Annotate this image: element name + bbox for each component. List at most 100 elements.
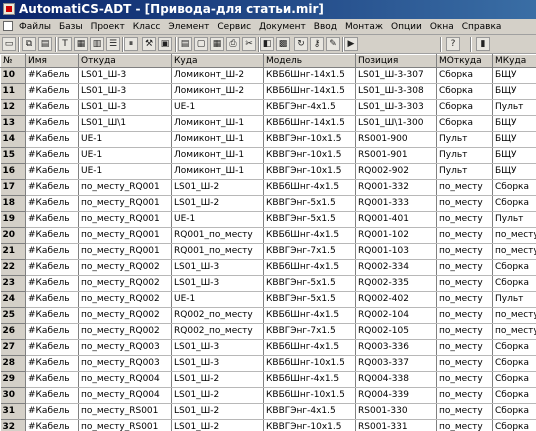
table-cell[interactable]: Пульт: [436, 131, 493, 148]
column-header[interactable]: Откуда: [78, 54, 172, 68]
column-header[interactable]: Имя: [25, 54, 79, 68]
table-cell[interactable]: RS001-331: [355, 419, 437, 431]
table-cell[interactable]: по_месту_RQ004: [78, 387, 172, 404]
table-row[interactable]: 28 #Кабель по_месту_RQ003 LS01_Ш-3 КВБбШнг-1…: [0, 355, 536, 372]
table-cell[interactable]: по_месту: [436, 307, 493, 324]
table-cell[interactable]: Ломиконт_Ш-2: [171, 83, 264, 100]
table-cell[interactable]: #Кабель: [25, 163, 79, 180]
table-cell[interactable]: Сборка: [492, 419, 536, 431]
row-number[interactable]: 13: [0, 115, 26, 132]
table-cell[interactable]: #Кабель: [25, 211, 79, 228]
table-cell[interactable]: UE-1: [78, 147, 172, 164]
table-cell[interactable]: #Кабель: [25, 259, 79, 276]
table-cell[interactable]: по_месту_RQ003: [78, 355, 172, 372]
row-number[interactable]: 15: [0, 147, 26, 164]
row-number[interactable]: 12: [0, 99, 26, 116]
table-cell[interactable]: по_месту_RQ002: [78, 275, 172, 292]
table-cell[interactable]: по_месту_RS001: [78, 403, 172, 420]
table-cell[interactable]: по_месту_RQ002: [78, 307, 172, 324]
table-cell[interactable]: #Кабель: [25, 227, 79, 244]
row-number[interactable]: 16: [0, 163, 26, 180]
table-cell[interactable]: #Кабель: [25, 419, 79, 431]
table-row[interactable]: 24 #Кабель по_месту_RQ002 UE-1 КВВГЭнг-5х1.5…: [0, 291, 536, 308]
table-cell[interactable]: Сборка: [492, 259, 536, 276]
table-cell[interactable]: Сборка: [436, 115, 493, 132]
table-cell[interactable]: LS01_Ш-3: [171, 259, 264, 276]
table-row[interactable]: 18 #Кабель по_месту_RQ001 LS01_Ш-2 КВВГЭнг-5…: [0, 195, 536, 212]
table-cell[interactable]: RQ002-105: [355, 323, 437, 340]
table-cell[interactable]: UE-1: [171, 291, 264, 308]
report-icon[interactable]: ▦: [210, 37, 224, 51]
table-cell[interactable]: RQ001-333: [355, 195, 437, 212]
table-row[interactable]: 29 #Кабель по_месту_RQ004 LS01_Ш-2 КВБбШнг-4…: [0, 371, 536, 388]
table-row[interactable]: 13 #Кабель LS01_Ш\1 Ломиконт_Ш-1 КВБбШнг-14х…: [0, 115, 536, 132]
row-number[interactable]: 14: [0, 131, 26, 148]
table-cell[interactable]: КВБбШнг-10х1.5: [263, 387, 356, 404]
row-number[interactable]: 32: [0, 419, 26, 431]
menu-item[interactable]: Проект: [87, 19, 129, 35]
calc-icon[interactable]: ▮: [476, 37, 490, 51]
table-cell[interactable]: Ломиконт_Ш-2: [171, 67, 264, 84]
table-cell[interactable]: КВВГЭнг-10х1.5: [263, 147, 356, 164]
table-cell[interactable]: по_месту: [436, 339, 493, 356]
table-cell[interactable]: Сборка: [492, 195, 536, 212]
table-cell[interactable]: RS001-330: [355, 403, 437, 420]
table-row[interactable]: 31 #Кабель по_месту_RS001 LS01_Ш-2 КВВГЭнг-4…: [0, 403, 536, 420]
row-number[interactable]: 28: [0, 355, 26, 372]
table-cell[interactable]: КВБбШнг-10х1.5: [263, 355, 356, 372]
table-cell[interactable]: КВБГЭнг-4х1.5: [263, 99, 356, 116]
document-icon[interactable]: [3, 21, 13, 31]
table-cell[interactable]: Сборка: [436, 99, 493, 116]
table-cell[interactable]: КВВГЭнг-4х1.5: [263, 403, 356, 420]
row-number[interactable]: 26: [0, 323, 26, 340]
table-cell[interactable]: БЩУ: [492, 115, 536, 132]
table-cell[interactable]: КВБбШнг-14х1.5: [263, 83, 356, 100]
table-cell[interactable]: #Кабель: [25, 179, 79, 196]
row-number[interactable]: 30: [0, 387, 26, 404]
table-cell[interactable]: RQ003-336: [355, 339, 437, 356]
table-cell[interactable]: #Кабель: [25, 339, 79, 356]
table-cell[interactable]: Сборка: [492, 339, 536, 356]
table-cell[interactable]: RQ002-402: [355, 291, 437, 308]
paste-icon[interactable]: ▤: [38, 37, 52, 51]
table-cell[interactable]: по_месту: [436, 243, 493, 260]
table-row[interactable]: 27 #Кабель по_месту_RQ003 LS01_Ш-3 КВБбШнг-4…: [0, 339, 536, 356]
table-cell[interactable]: по_месту: [436, 179, 493, 196]
row-number[interactable]: 17: [0, 179, 26, 196]
table-cell[interactable]: КВВГЭнг-10х1.5: [263, 419, 356, 431]
table-cell[interactable]: Пульт: [436, 163, 493, 180]
table-cell[interactable]: #Кабель: [25, 355, 79, 372]
table-cell[interactable]: RQ001_по_месту: [171, 243, 264, 260]
table-cell[interactable]: БЩУ: [492, 67, 536, 84]
table-cell[interactable]: КВБбШнг-4х1.5: [263, 179, 356, 196]
table-cell[interactable]: #Кабель: [25, 307, 79, 324]
table-cell[interactable]: #Кабель: [25, 147, 79, 164]
table-cell[interactable]: #Кабель: [25, 83, 79, 100]
table-cell[interactable]: RQ001_по_месту: [171, 227, 264, 244]
refresh-icon[interactable]: ↻: [294, 37, 308, 51]
table-cell[interactable]: КВВГЭнг-7х1.5: [263, 323, 356, 340]
row-number[interactable]: 10: [0, 67, 26, 84]
row-number[interactable]: 19: [0, 211, 26, 228]
row-number[interactable]: 23: [0, 275, 26, 292]
table-cell[interactable]: БЩУ: [492, 131, 536, 148]
table-cell[interactable]: #Кабель: [25, 403, 79, 420]
table-cell[interactable]: КВБбШнг-4х1.5: [263, 259, 356, 276]
table-cell[interactable]: по_месту_RQ001: [78, 195, 172, 212]
table-cell[interactable]: #Кабель: [25, 67, 79, 84]
table-cell[interactable]: Пульт: [436, 147, 493, 164]
table-cell[interactable]: по_месту: [436, 211, 493, 228]
table-cell[interactable]: Сборка: [492, 275, 536, 292]
table-row[interactable]: 10 #Кабель LS01_Ш-3 Ломиконт_Ш-2 КВБбШнг-14х…: [0, 67, 536, 84]
table-cell[interactable]: Ломиконт_Ш-1: [171, 131, 264, 148]
table-cell[interactable]: #Кабель: [25, 243, 79, 260]
row-number[interactable]: 24: [0, 291, 26, 308]
table-cell[interactable]: Пульт: [492, 291, 536, 308]
table-cell[interactable]: UE-1: [78, 163, 172, 180]
menu-item[interactable]: Опции: [387, 19, 426, 35]
row-number[interactable]: 31: [0, 403, 26, 420]
table-cell[interactable]: КВБбШнг-4х1.5: [263, 339, 356, 356]
row-number[interactable]: 11: [0, 83, 26, 100]
table-cell[interactable]: КВВГЭнг-10х1.5: [263, 163, 356, 180]
print-icon[interactable]: ⎙: [226, 37, 240, 51]
